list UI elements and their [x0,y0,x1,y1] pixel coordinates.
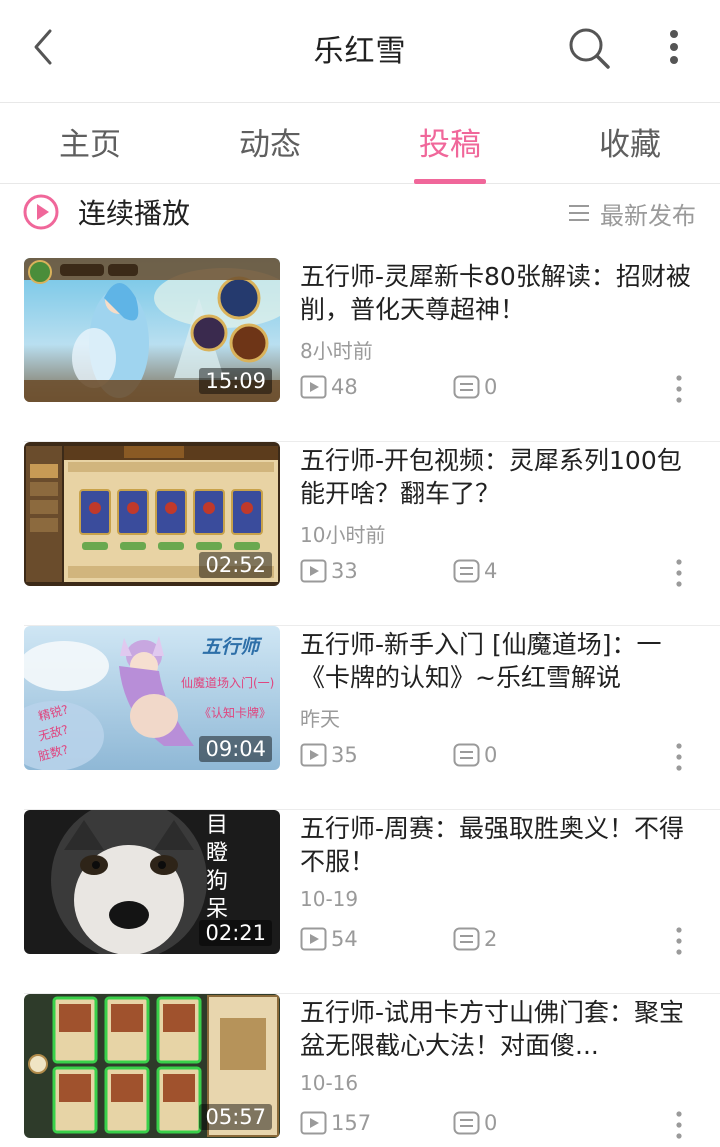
video-upload-time: 昨天 [300,707,340,731]
video-list-item[interactable]: 目 瞪 狗 呆 02:21 五行师-周赛：最强取胜奥义！不得不服！ 10-19 … [0,810,720,994]
video-view-count: 54 [300,925,358,953]
video-comment-count: 4 [453,557,497,585]
comment-icon [453,1111,480,1135]
video-more-button[interactable] [669,926,689,956]
play-count-icon [300,1111,327,1135]
video-list-item[interactable]: 05:57 五行师-试用卡方寸山佛门套：聚宝盆无限截心大法！对面傻... 10-… [0,994,720,1147]
play-circle-icon [23,194,59,230]
video-thumbnail[interactable]: 02:52 [24,442,280,586]
video-title[interactable]: 五行师-试用卡方寸山佛门套：聚宝盆无限截心大法！对面傻... [300,996,692,1062]
play-all-label: 连续播放 [78,197,191,230]
view-count-value: 33 [331,559,358,583]
video-title[interactable]: 五行师-灵犀新卡80张解读：招财被削，普化天尊超神！ [300,260,692,326]
view-count-value: 48 [331,375,358,399]
overlay-char: 目 [206,813,229,838]
video-comment-count: 0 [453,741,497,769]
list-toolbar: 连续播放 最新发布 [0,185,720,240]
video-thumbnail[interactable]: 05:57 [24,994,280,1138]
sort-button[interactable]: 最新发布 [568,193,696,233]
tab-uploads[interactable]: 投稿 [360,104,540,184]
video-title[interactable]: 五行师-开包视频：灵犀系列100包能开啥？翻车了？ [300,444,692,510]
video-duration: 15:09 [199,368,272,394]
video-upload-time: 8小时前 [300,339,373,363]
video-list-item[interactable]: 15:09 五行师-灵犀新卡80张解读：招财被削，普化天尊超神！ 8小时前 48… [0,258,720,442]
video-thumbnail[interactable]: 15:09 [24,258,280,402]
comment-icon [453,559,480,583]
video-view-count: 33 [300,557,358,585]
thumbnail-overlay-text: 仙魔道场入门(一) [181,676,275,690]
video-title[interactable]: 五行师-周赛：最强取胜奥义！不得不服！ [300,812,692,878]
video-upload-time: 10-19 [300,887,359,911]
comment-count-value: 0 [484,1111,498,1135]
thumbnail-logo-text: 五行师 [202,636,260,658]
video-more-button[interactable] [669,1110,689,1140]
play-count-icon [300,375,327,399]
thumbnail-overlay-text: 目 瞪 狗 呆 [206,812,236,924]
comment-icon [453,743,480,767]
play-count-icon [300,743,327,767]
vertical-dots-icon [676,743,682,771]
play-count-icon [300,559,327,583]
video-thumbnail[interactable]: 目 瞪 狗 呆 02:21 [24,810,280,954]
search-button[interactable] [566,25,612,71]
video-comment-count: 2 [453,925,497,953]
sort-label: 最新发布 [600,201,696,230]
video-view-count: 48 [300,373,358,401]
video-duration: 02:21 [199,920,272,946]
tab-home[interactable]: 主页 [0,104,180,184]
comment-count-value: 0 [484,743,498,767]
comment-count-value: 0 [484,375,498,399]
list-icon [569,205,589,221]
video-more-button[interactable] [669,374,689,404]
tab-activity[interactable]: 动态 [180,104,360,184]
video-thumbnail[interactable]: 五行师 仙魔道场入门(一) 《认知卡牌》 精锐? 无敌? 脏数? 09:04 [24,626,280,770]
comment-icon [453,927,480,951]
play-all-button[interactable]: 连续播放 [22,190,190,234]
more-options-button[interactable] [660,26,688,70]
view-count-value: 35 [331,743,358,767]
video-view-count: 35 [300,741,358,769]
video-more-button[interactable] [669,742,689,772]
video-more-button[interactable] [669,558,689,588]
vertical-dots-icon [676,1111,682,1139]
vertical-dots-icon [670,30,678,64]
video-duration: 02:52 [199,552,272,578]
comment-count-value: 2 [484,927,498,951]
active-tab-indicator [414,179,486,184]
vertical-dots-icon [676,375,682,403]
comment-count-value: 4 [484,559,498,583]
vertical-dots-icon [676,559,682,587]
vertical-dots-icon [676,927,682,955]
thumbnail-overlay-text: 《认知卡牌》 [199,706,272,720]
video-title[interactable]: 五行师-新手入门 [仙魔道场]：一《卡牌的认知》~乐红雪解说 [300,628,692,694]
view-count-value: 54 [331,927,358,951]
video-upload-time: 10小时前 [300,523,386,547]
video-duration: 09:04 [199,736,272,762]
overlay-char: 狗 [206,869,229,894]
top-app-bar: 乐红雪 [0,0,720,103]
search-icon [569,28,610,69]
video-comment-count: 0 [453,1109,497,1137]
view-count-value: 157 [331,1111,372,1135]
video-upload-time: 10-16 [300,1071,359,1095]
tab-favorites[interactable]: 收藏 [540,104,720,184]
page-title: 乐红雪 [313,34,407,69]
comment-icon [453,375,480,399]
video-list-item[interactable]: 02:52 五行师-开包视频：灵犀系列100包能开啥？翻车了？ 10小时前 33… [0,442,720,626]
profile-tabs: 主页 动态 投稿 收藏 [0,104,720,184]
play-count-icon [300,927,327,951]
video-duration: 05:57 [199,1104,272,1130]
video-view-count: 157 [300,1109,371,1137]
video-list-item[interactable]: 五行师 仙魔道场入门(一) 《认知卡牌》 精锐? 无敌? 脏数? 09:04 五… [0,626,720,810]
video-comment-count: 0 [453,373,497,401]
overlay-char: 瞪 [206,841,229,866]
